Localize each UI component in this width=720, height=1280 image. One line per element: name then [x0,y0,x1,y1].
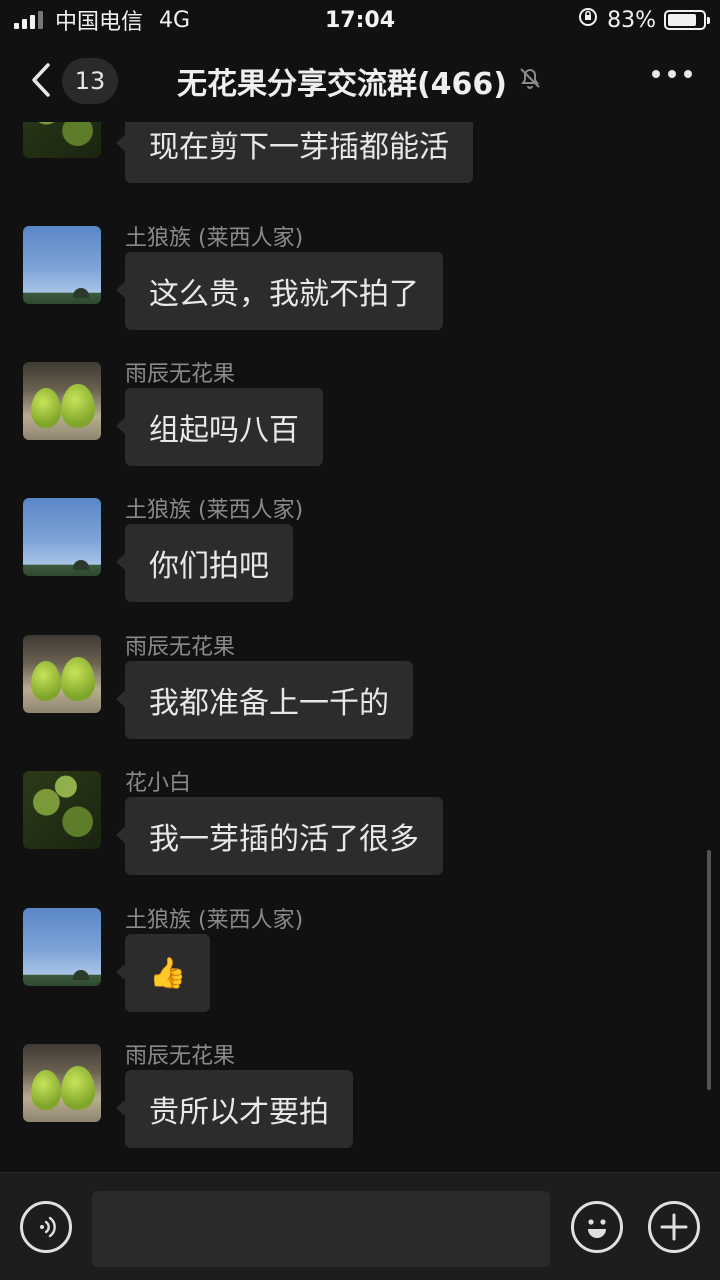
message-text: 👍 [149,955,187,991]
message-bubble[interactable]: 我都准备上一千的 [116,661,413,739]
message-bubble[interactable]: 这么贵，我就不拍了 [116,252,443,330]
avatar[interactable] [23,771,101,849]
chat-screen: 中国电信 4G 17:04 83% 13 无花果分享交流群(466) 现在剪下一… [0,0,720,1280]
message-text: 我都准备上一千的 [149,686,389,721]
status-bar: 中国电信 4G 17:04 83% [0,0,720,40]
chevron-left-icon [32,63,50,97]
message-bubble[interactable]: 你们拍吧 [116,524,293,602]
message-bubble[interactable]: 👍 [115,934,211,1012]
message-text: 组起吗八百 [149,413,299,448]
input-bar [0,1172,720,1280]
sender-name: 雨辰无花果 [125,1044,236,1069]
message-text: 这么贵，我就不拍了 [149,277,419,312]
sender-name: 土狼族 (莱西人家) [125,498,304,523]
bell-slash-icon [517,64,543,99]
voice-button[interactable] [20,1201,72,1253]
rotation-lock-icon [577,6,599,34]
avatar[interactable] [23,362,101,440]
battery-percent: 83% [607,7,656,33]
unread-count-badge[interactable]: 13 [62,58,118,104]
scrollbar[interactable] [707,850,711,1090]
message-text: 你们拍吧 [149,549,269,584]
sender-name: 土狼族 (莱西人家) [125,908,304,933]
avatar[interactable] [23,226,101,304]
message-bubble[interactable]: 贵所以才要拍 [116,1070,353,1148]
avatar[interactable] [23,122,101,158]
group-name: 无花果分享交流群(466) [176,67,508,102]
message-bubble[interactable]: 我一芽插的活了很多 [116,797,443,875]
message-bubble[interactable]: 现在剪下一芽插都能活 [116,122,473,183]
carrier-label: 中国电信 [55,10,144,35]
battery-level [668,14,697,26]
plus-icon [660,1213,688,1241]
clock: 17:04 [324,7,396,33]
message-bubble[interactable]: 组起吗八百 [116,388,323,466]
chat-title: 无花果分享交流群(466) [150,40,570,122]
avatar[interactable] [23,1044,101,1122]
message-text: 贵所以才要拍 [149,1095,329,1130]
emoji-icon [588,1219,606,1238]
nav-bar: 13 无花果分享交流群(466) [0,40,720,122]
more-button[interactable] [652,70,692,78]
message-input[interactable] [92,1191,550,1267]
sender-name: 土狼族 (莱西人家) [125,226,304,251]
back-button[interactable] [26,60,56,100]
more-dots-icon [652,70,660,78]
sender-name: 雨辰无花果 [125,635,236,660]
sender-name: 花小白 [125,771,192,796]
signal-icon [14,11,43,29]
sender-name: 雨辰无花果 [125,362,236,387]
battery-icon [664,10,710,30]
message-text: 现在剪下一芽插都能活 [149,130,449,165]
avatar[interactable] [23,635,101,713]
message-list[interactable]: 现在剪下一芽插都能活 土狼族 (莱西人家) 这么贵，我就不拍了 雨辰无花果 组起… [0,122,720,1172]
message-text: 我一芽插的活了很多 [149,822,419,857]
emoji-button[interactable] [571,1201,623,1253]
avatar[interactable] [23,498,101,576]
network-label: 4G [159,7,191,33]
plus-button[interactable] [648,1201,700,1253]
avatar[interactable] [23,908,101,986]
voice-icon [40,1216,56,1238]
